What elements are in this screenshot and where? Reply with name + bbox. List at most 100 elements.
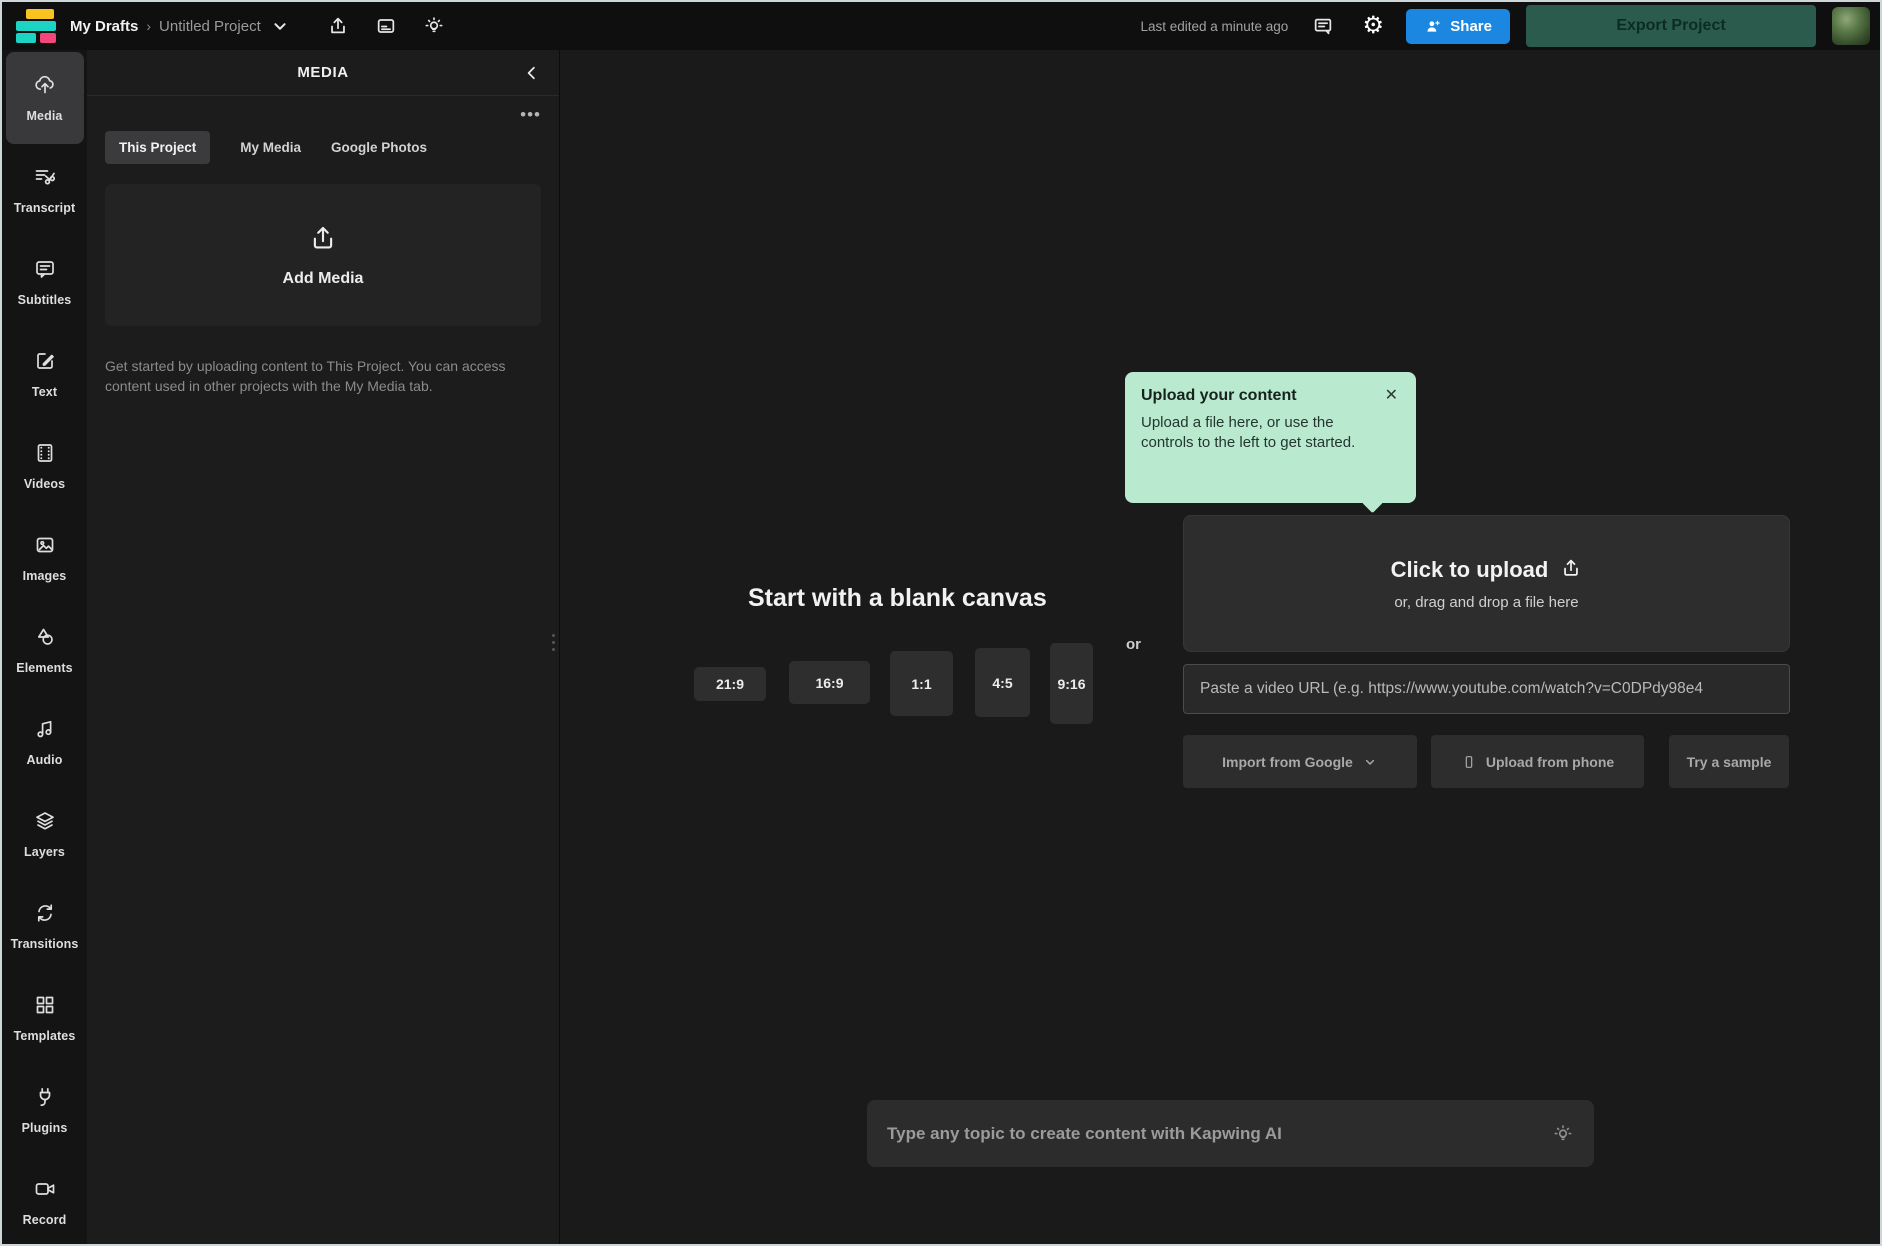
- logo-bar-teal: [16, 21, 56, 31]
- film-icon: [33, 441, 57, 470]
- subtitles-bubble-icon: [33, 257, 57, 286]
- breadcrumb-my-drafts[interactable]: My Drafts: [70, 18, 138, 35]
- blank-canvas-heading: Start with a blank canvas: [748, 584, 1047, 613]
- media-panel-description: Get started by uploading content to This…: [105, 356, 513, 397]
- tab-my-media[interactable]: My Media: [240, 131, 301, 164]
- sidebar-item-templates[interactable]: Templates: [6, 972, 84, 1064]
- transcript-scissors-icon: [33, 165, 57, 194]
- sidebar-item-text[interactable]: Text: [6, 328, 84, 420]
- kapwing-ai-prompt-bar[interactable]: [867, 1100, 1594, 1167]
- video-url-input[interactable]: [1183, 664, 1790, 714]
- phone-icon: [1461, 754, 1477, 770]
- aspect-ratio-9-16-button[interactable]: 9:16: [1050, 643, 1093, 724]
- panel-resize-handle[interactable]: [552, 634, 555, 651]
- shapes-icon: [33, 625, 57, 654]
- sidebar-item-plugins[interactable]: Plugins: [6, 1064, 84, 1156]
- logo-bar-teal-small: [16, 33, 36, 43]
- sidebar-item-label: Elements: [16, 661, 72, 675]
- upload-project-icon[interactable]: [321, 9, 355, 43]
- media-panel-header: MEDIA: [87, 50, 559, 96]
- sidebar-item-transitions[interactable]: Transitions: [6, 880, 84, 972]
- text-edit-icon: [33, 349, 57, 378]
- captions-card-icon[interactable]: [369, 9, 403, 43]
- sidebar-item-videos[interactable]: Videos: [6, 420, 84, 512]
- breadcrumb-separator: ›: [146, 18, 151, 34]
- sidebar-item-label: Record: [23, 1213, 67, 1227]
- sidebar-item-label: Layers: [24, 845, 65, 859]
- import-from-google-button[interactable]: Import from Google: [1183, 735, 1417, 788]
- share-button[interactable]: Share: [1406, 9, 1510, 44]
- logo-bar-pink: [40, 33, 56, 43]
- click-to-upload-dropzone[interactable]: Click to upload or, drag and drop a file…: [1183, 515, 1790, 652]
- export-project-button[interactable]: Export Project: [1526, 5, 1816, 47]
- sidebar-item-label: Videos: [24, 477, 65, 491]
- tools-sidebar: Media Transcript Subtitles Text Videos I…: [2, 50, 87, 1246]
- breadcrumb: My Drafts › Untitled Project: [70, 9, 291, 43]
- project-chevron-down-icon[interactable]: [269, 9, 291, 43]
- music-note-icon: [33, 717, 57, 746]
- add-person-icon: [1424, 17, 1442, 35]
- sidebar-item-transcript[interactable]: Transcript: [6, 144, 84, 236]
- plug-icon: [33, 1085, 57, 1114]
- sidebar-item-label: Text: [32, 385, 57, 399]
- layers-icon: [33, 809, 57, 838]
- aspect-ratio-21-9-button[interactable]: 21:9: [694, 667, 766, 701]
- sidebar-item-label: Transcript: [14, 201, 75, 215]
- upload-from-phone-label: Upload from phone: [1486, 754, 1614, 770]
- media-tabs: This Project My Media Google Photos: [105, 131, 541, 164]
- upload-dropzone-title: Click to upload: [1391, 557, 1549, 583]
- comments-icon[interactable]: [1306, 9, 1340, 43]
- sidebar-item-label: Transitions: [11, 937, 79, 951]
- ai-lightbulb-icon[interactable]: [1552, 1123, 1574, 1145]
- last-edited-status: Last edited a minute ago: [1140, 19, 1288, 34]
- add-media-label: Add Media: [283, 270, 364, 288]
- sidebar-item-elements[interactable]: Elements: [6, 604, 84, 696]
- collapse-panel-chevron-left-icon[interactable]: [519, 60, 545, 86]
- sidebar-item-label: Media: [27, 109, 63, 123]
- chevron-down-icon: [1362, 754, 1378, 770]
- upload-arrow-icon: [308, 223, 338, 258]
- aspect-ratio-16-9-button[interactable]: 16:9: [789, 661, 870, 704]
- panel-overflow-menu-icon[interactable]: •••: [520, 106, 541, 123]
- upload-from-phone-button[interactable]: Upload from phone: [1431, 735, 1644, 788]
- settings-gear-icon[interactable]: ⚙: [1356, 9, 1390, 43]
- upload-dropzone-subtitle: or, drag and drop a file here: [1394, 594, 1578, 611]
- try-a-sample-button[interactable]: Try a sample: [1669, 735, 1789, 788]
- tab-google-photos[interactable]: Google Photos: [331, 131, 427, 164]
- kapwing-logo[interactable]: [10, 4, 56, 48]
- idea-lightbulb-icon[interactable]: [417, 9, 451, 43]
- sidebar-item-media[interactable]: Media: [6, 52, 84, 144]
- grid-icon: [33, 993, 57, 1022]
- editor-canvas: Start with a blank canvas 21:9 16:9 1:1 …: [560, 50, 1882, 1246]
- aspect-ratio-1-1-button[interactable]: 1:1: [890, 651, 953, 716]
- sidebar-item-images[interactable]: Images: [6, 512, 84, 604]
- logo-bar-yellow: [26, 9, 54, 19]
- tab-this-project[interactable]: This Project: [105, 131, 210, 164]
- media-panel-title: MEDIA: [297, 64, 348, 81]
- sidebar-item-label: Templates: [14, 1029, 76, 1043]
- kapwing-editor-window: My Drafts › Untitled Project La: [0, 0, 1882, 1246]
- upload-cloud-icon: [33, 73, 57, 102]
- video-camera-icon: [33, 1177, 57, 1206]
- add-media-button[interactable]: Add Media: [105, 184, 541, 326]
- sidebar-item-label: Images: [23, 569, 67, 583]
- image-icon: [33, 533, 57, 562]
- project-title[interactable]: Untitled Project: [159, 18, 261, 35]
- sidebar-item-label: Audio: [27, 753, 63, 767]
- aspect-ratio-4-5-button[interactable]: 4:5: [975, 648, 1030, 717]
- sidebar-item-subtitles[interactable]: Subtitles: [6, 236, 84, 328]
- share-button-label: Share: [1450, 18, 1492, 35]
- tooltip-title: Upload your content: [1141, 387, 1297, 405]
- sidebar-item-record[interactable]: Record: [6, 1156, 84, 1246]
- ai-topic-input[interactable]: [887, 1124, 1540, 1144]
- loop-arrows-icon: [33, 901, 57, 930]
- sidebar-item-layers[interactable]: Layers: [6, 788, 84, 880]
- sidebar-item-audio[interactable]: Audio: [6, 696, 84, 788]
- upload-content-tooltip: Upload your content ✕ Upload a file here…: [1125, 372, 1416, 503]
- sidebar-item-label: Plugins: [22, 1121, 68, 1135]
- top-bar: My Drafts › Untitled Project La: [2, 2, 1880, 50]
- tooltip-body: Upload a file here, or use the controls …: [1141, 413, 1371, 453]
- tooltip-close-icon[interactable]: ✕: [1383, 387, 1400, 405]
- try-a-sample-label: Try a sample: [1687, 754, 1772, 770]
- user-avatar[interactable]: [1832, 7, 1870, 45]
